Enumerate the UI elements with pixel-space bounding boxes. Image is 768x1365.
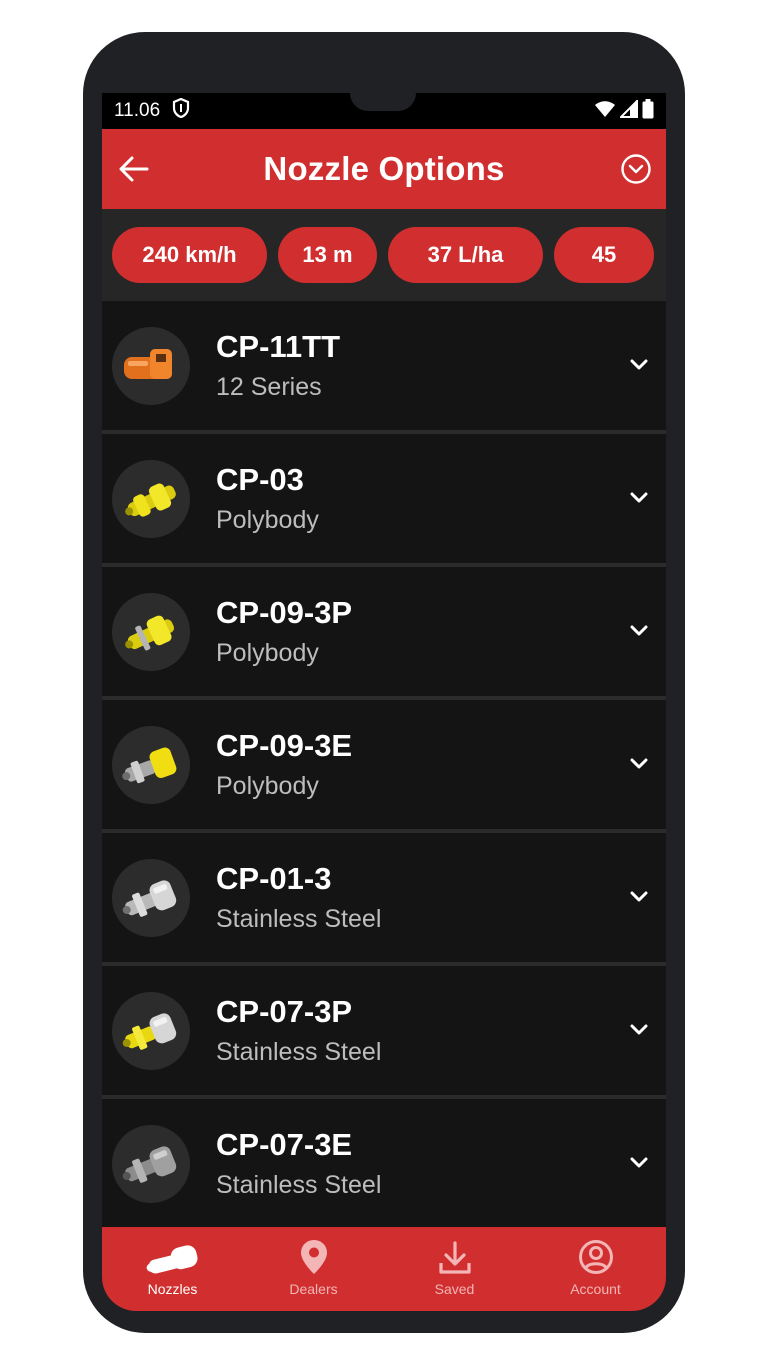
bottom-navigation: Nozzles Dealers Saved Account — [102, 1227, 666, 1311]
list-item[interactable]: CP-11TT 12 Series — [102, 301, 666, 430]
nozzle-series: Stainless Steel — [216, 1171, 382, 1199]
status-time: 11.06 — [114, 100, 161, 121]
status-bar: 11.06 — [102, 93, 666, 129]
nav-label: Account — [570, 1281, 621, 1297]
wifi-icon — [594, 100, 616, 123]
chevron-down-icon[interactable] — [628, 756, 650, 772]
page-title: Nozzle Options — [263, 150, 505, 187]
chevron-down-icon[interactable] — [628, 357, 650, 373]
chevron-down-icon[interactable] — [628, 1155, 650, 1171]
nozzle-series: Polybody — [216, 772, 319, 800]
chevron-down-icon[interactable] — [628, 490, 650, 506]
list-item[interactable]: CP-09-3E Polybody — [102, 700, 666, 829]
nozzle-name: CP-09-3P — [216, 595, 353, 630]
download-icon — [438, 1237, 472, 1275]
app-screen: 11.06 Nozzle Options 240 km/h 13 m 37 L/… — [102, 93, 666, 1311]
nozzle-name: CP-07-3E — [216, 1127, 353, 1162]
nozzle-image — [112, 593, 190, 671]
camera-notch — [350, 93, 416, 111]
nozzle-name: CP-03 — [216, 462, 304, 497]
list-item[interactable]: CP-07-3E Stainless Steel — [102, 1099, 666, 1228]
back-button[interactable] — [116, 151, 152, 187]
options-button[interactable] — [620, 153, 652, 185]
location-pin-icon — [300, 1237, 328, 1275]
list-item[interactable]: CP-01-3 Stainless Steel — [102, 833, 666, 962]
nozzle-series: 12 Series — [216, 373, 322, 401]
nozzle-series: Polybody — [216, 639, 319, 667]
chevron-down-icon[interactable] — [628, 623, 650, 639]
list-item[interactable]: CP-03 Polybody — [102, 434, 666, 563]
list-item[interactable]: CP-07-3P Stainless Steel — [102, 966, 666, 1095]
nozzle-name: CP-11TT — [216, 329, 341, 364]
arrow-left-icon — [119, 156, 149, 182]
account-circle-icon — [578, 1237, 614, 1275]
nozzle-series: Stainless Steel — [216, 905, 382, 933]
nav-account[interactable]: Account — [525, 1227, 666, 1311]
app-bar: Nozzle Options — [102, 129, 666, 209]
chevron-circle-down-icon — [621, 154, 651, 184]
chevron-down-icon[interactable] — [628, 1022, 650, 1038]
nav-label: Dealers — [289, 1281, 338, 1297]
list-item[interactable]: CP-09-3P Polybody — [102, 567, 666, 696]
parameter-chips: 240 km/h 13 m 37 L/ha 45 — [102, 209, 666, 301]
nav-saved[interactable]: Saved — [384, 1227, 525, 1311]
nozzle-name: CP-09-3E — [216, 728, 353, 763]
shield-icon — [172, 97, 190, 124]
nozzle-icon — [143, 1237, 203, 1275]
nav-nozzles[interactable]: Nozzles — [102, 1227, 243, 1311]
count-chip[interactable]: 45 — [554, 227, 654, 283]
nav-label: Saved — [434, 1281, 475, 1297]
nozzle-series: Stainless Steel — [216, 1038, 382, 1066]
chevron-down-icon[interactable] — [628, 889, 650, 905]
nav-label: Nozzles — [147, 1281, 198, 1297]
battery-icon — [642, 98, 654, 124]
application-rate-chip[interactable]: 37 L/ha — [388, 227, 543, 283]
nozzle-series: Polybody — [216, 506, 319, 534]
signal-icon — [618, 98, 638, 123]
nozzle-image — [112, 1125, 190, 1203]
boom-width-chip[interactable]: 13 m — [278, 227, 377, 283]
nozzle-name: CP-01-3 — [216, 861, 332, 896]
nozzle-name: CP-07-3P — [216, 994, 353, 1029]
speed-chip[interactable]: 240 km/h — [112, 227, 267, 283]
nozzle-image — [112, 460, 190, 538]
nozzle-image — [112, 992, 190, 1070]
nozzle-image — [112, 327, 190, 405]
nozzle-image — [112, 859, 190, 937]
nozzle-image — [112, 726, 190, 804]
nav-dealers[interactable]: Dealers — [243, 1227, 384, 1311]
